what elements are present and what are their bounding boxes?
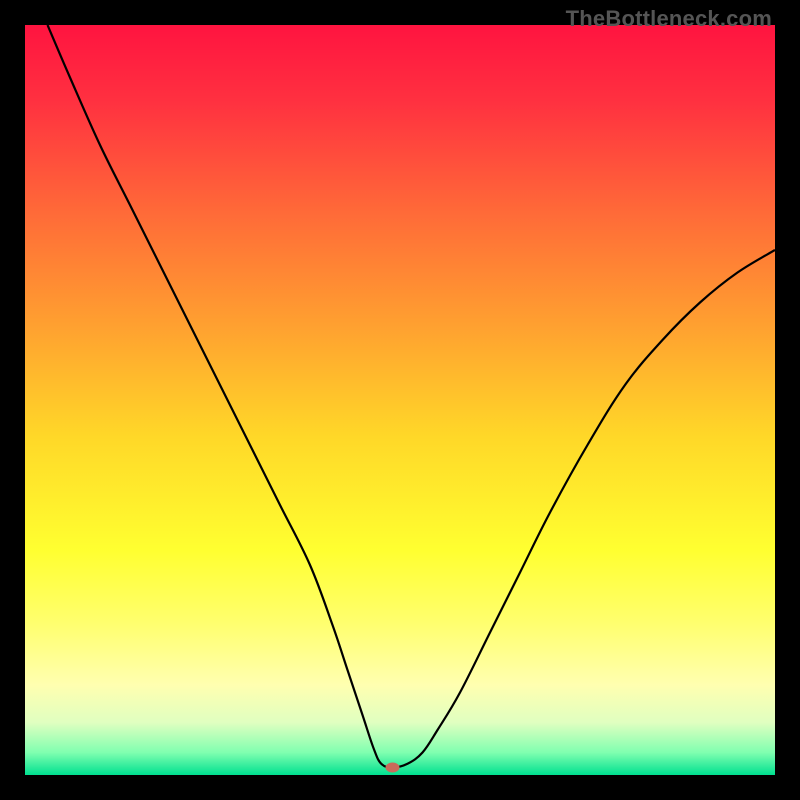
chart-background <box>25 25 775 775</box>
watermark-text: TheBottleneck.com <box>566 6 772 32</box>
optimum-marker <box>386 763 400 773</box>
chart-plot-area <box>25 25 775 775</box>
chart-svg <box>25 25 775 775</box>
